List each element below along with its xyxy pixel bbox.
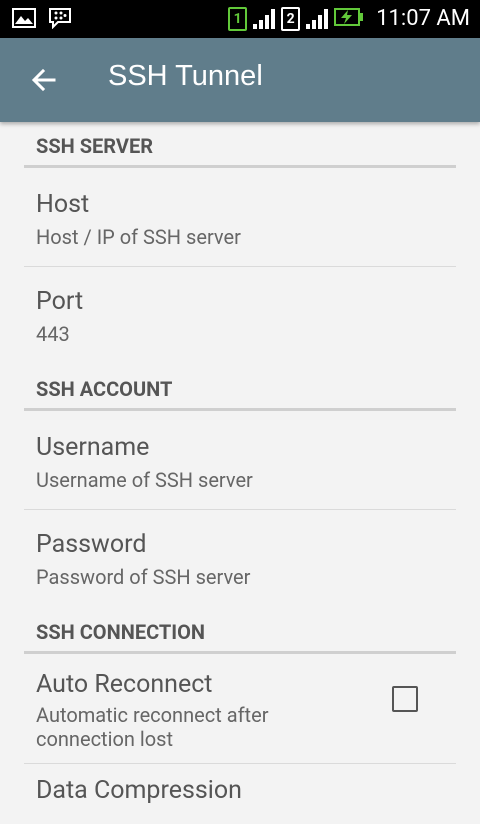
signal-icon: [253, 8, 276, 29]
pref-summary: Host / IP of SSH server: [36, 225, 241, 249]
auto-reconnect-checkbox[interactable]: [392, 686, 418, 712]
pref-title: Data Compression: [36, 776, 242, 805]
pref-username[interactable]: Username Username of SSH server: [24, 411, 456, 510]
pref-summary: 443: [36, 322, 70, 346]
image-icon: [12, 8, 36, 32]
signal-icon: [306, 8, 329, 29]
settings-list: SSH SERVER Host Host / IP of SSH server …: [0, 122, 480, 824]
pref-title: Username: [36, 433, 150, 462]
section-header-server: SSH SERVER: [24, 122, 456, 168]
section-header-connection: SSH CONNECTION: [24, 608, 456, 654]
pref-auto-reconnect[interactable]: Auto Reconnect Automatic reconnect after…: [24, 654, 456, 764]
pref-summary: Automatic reconnect after connection los…: [36, 703, 269, 751]
pref-port[interactable]: Port 443: [24, 267, 456, 365]
status-bar: 1 2 11:07 AM: [0, 0, 480, 38]
pref-summary: Username of SSH server: [36, 468, 253, 492]
back-arrow-icon[interactable]: [26, 62, 62, 98]
pref-data-compression[interactable]: Data Compression: [24, 764, 456, 824]
pref-summary: Password of SSH server: [36, 565, 251, 589]
sim2-badge: 2: [281, 6, 301, 31]
page-title: SSH Tunnel: [108, 60, 263, 92]
pref-host[interactable]: Host Host / IP of SSH server: [24, 168, 456, 267]
pref-title: Password: [36, 530, 147, 559]
section-header-account: SSH ACCOUNT: [24, 365, 456, 411]
battery-charging-icon: [334, 7, 364, 31]
bbm-chat-icon: [48, 7, 72, 33]
clock: 11:07 AM: [376, 6, 470, 31]
pref-title: Port: [36, 287, 84, 316]
app-bar: SSH Tunnel: [0, 38, 480, 122]
pref-title: Host: [36, 190, 90, 219]
pref-password[interactable]: Password Password of SSH server: [24, 510, 456, 608]
sim1-badge: 1: [228, 6, 248, 31]
